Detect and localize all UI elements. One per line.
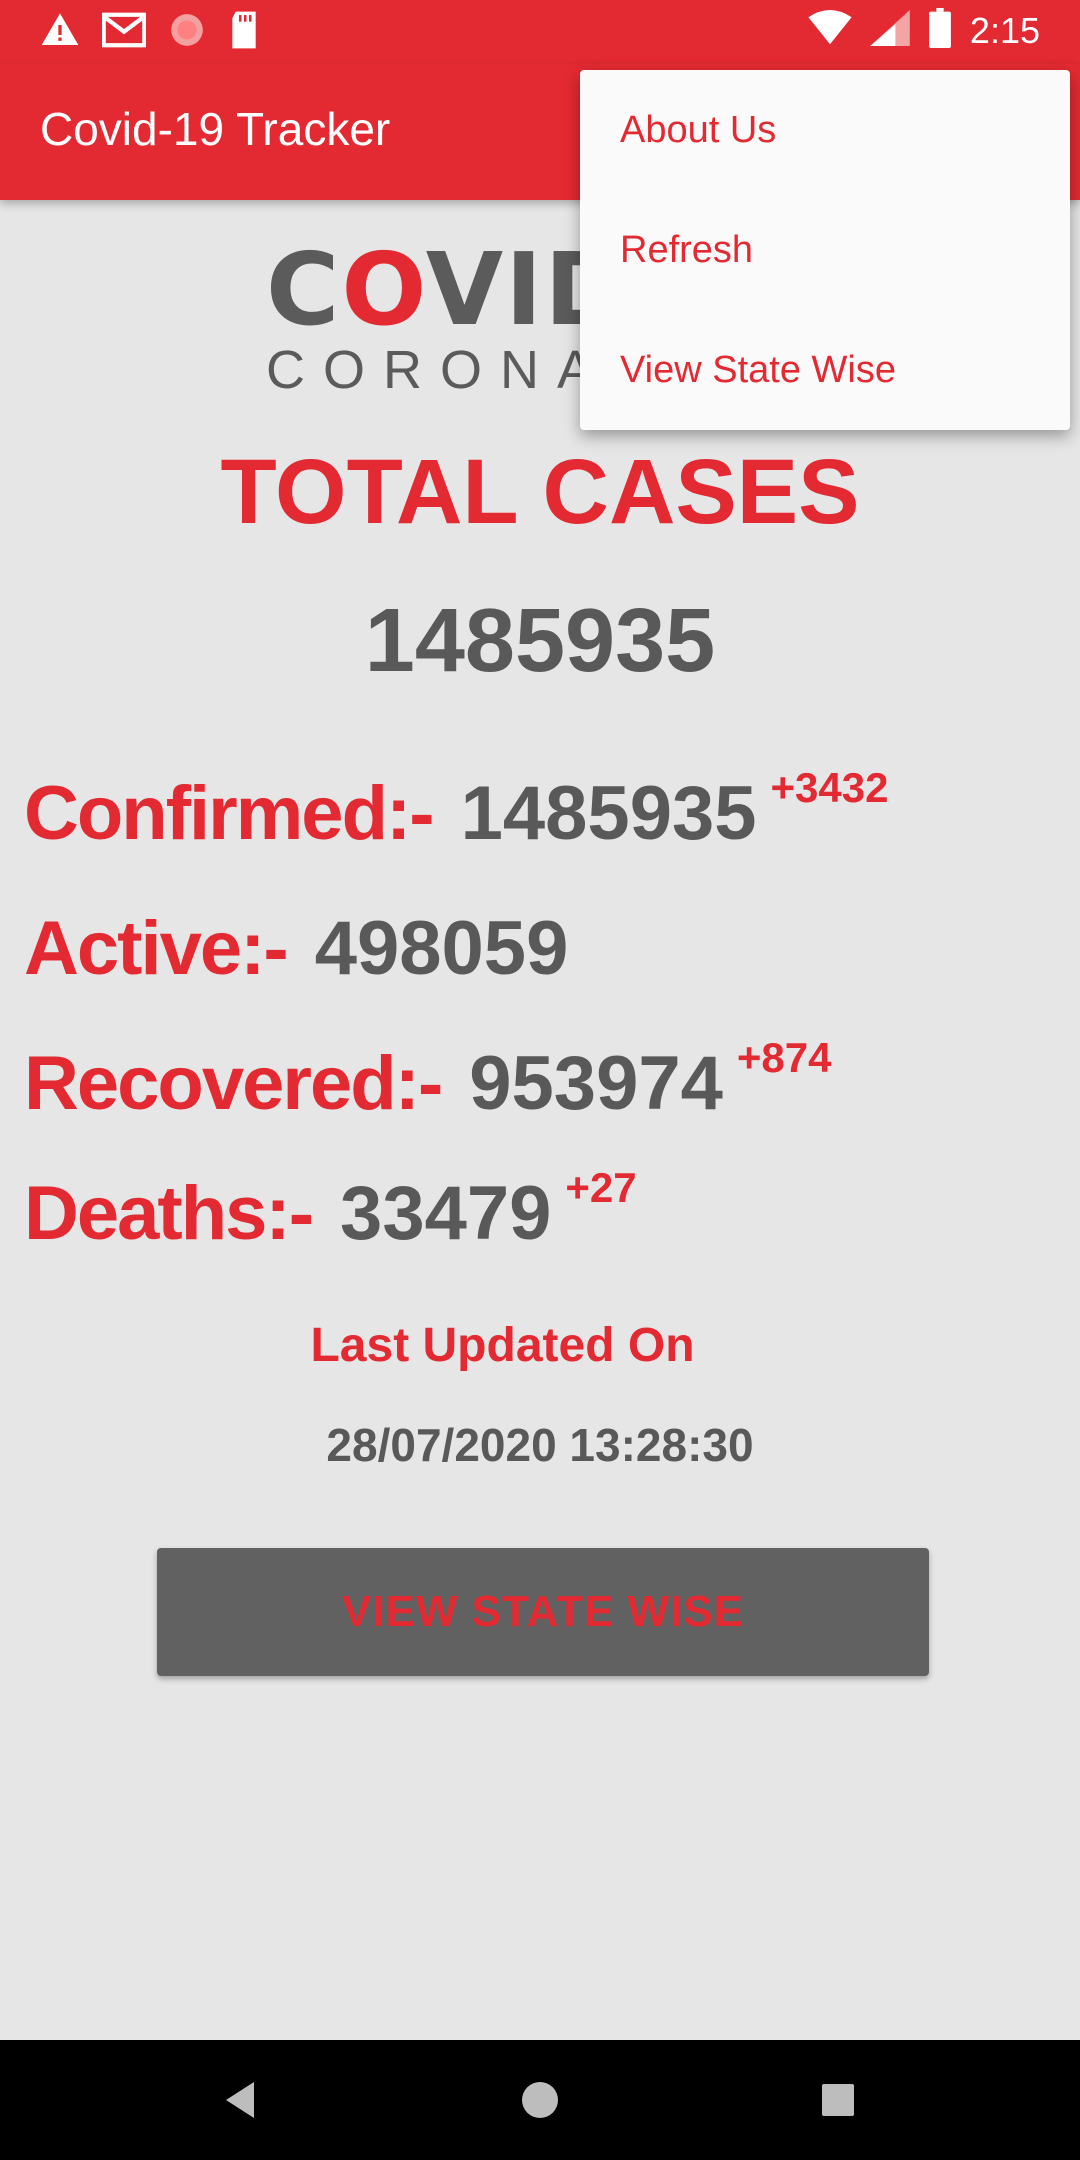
overflow-menu: About Us Refresh View State Wise bbox=[580, 70, 1070, 430]
status-icons-left bbox=[40, 10, 260, 55]
view-state-wise-button[interactable]: VIEW STATE WISE bbox=[157, 1548, 929, 1676]
gmail-icon bbox=[101, 10, 147, 55]
confirmed-value: 1485935 bbox=[460, 771, 757, 856]
last-updated-value: 28/07/2020 13:28:30 bbox=[326, 1419, 754, 1471]
recovered-delta: +874 bbox=[736, 1034, 832, 1081]
menu-item-about-us[interactable]: About Us bbox=[580, 70, 1070, 190]
status-icons-right: 2:15 bbox=[808, 8, 1040, 53]
recovered-value: 953974 bbox=[469, 1041, 723, 1126]
status-bar: 2:15 bbox=[0, 0, 1080, 64]
recovered-label: Recovered:- bbox=[24, 1041, 443, 1126]
home-button[interactable] bbox=[510, 2070, 570, 2130]
total-cases-value: 1485935 bbox=[364, 591, 716, 691]
active-value: 498059 bbox=[314, 906, 569, 991]
app-icon bbox=[168, 11, 206, 54]
confirmed-label: Confirmed:- bbox=[24, 771, 435, 856]
deaths-value: 33479 bbox=[340, 1171, 552, 1256]
deaths-delta: +27 bbox=[565, 1164, 637, 1211]
wifi-icon bbox=[808, 10, 852, 51]
menu-item-view-state-wise[interactable]: View State Wise bbox=[580, 310, 1070, 430]
status-time: 2:15 bbox=[969, 9, 1040, 51]
active-label: Active:- bbox=[24, 906, 289, 991]
stat-row-deaths: Deaths:- 33479 +27 bbox=[24, 1164, 637, 1257]
recents-button[interactable] bbox=[808, 2070, 868, 2130]
screen: 2:15 Covid-19 Tracker COVID CORONAVIRUS … bbox=[0, 0, 1080, 2160]
stat-row-confirmed: Confirmed:- 1485935 +3432 bbox=[24, 764, 888, 857]
sd-card-icon bbox=[228, 10, 260, 55]
navigation-bar bbox=[0, 2040, 1080, 2160]
total-cases-label: TOTAL CASES bbox=[220, 441, 860, 543]
battery-icon bbox=[928, 8, 952, 53]
deaths-label: Deaths:- bbox=[24, 1171, 314, 1256]
app-title: Covid-19 Tracker bbox=[40, 103, 391, 155]
home-icon bbox=[522, 2082, 558, 2118]
stat-row-recovered: Recovered:- 953974 +874 bbox=[24, 1034, 831, 1127]
back-icon bbox=[226, 2082, 254, 2118]
confirmed-delta: +3432 bbox=[770, 764, 889, 811]
recents-icon bbox=[822, 2084, 854, 2116]
signal-icon bbox=[870, 10, 910, 51]
menu-item-refresh[interactable]: Refresh bbox=[580, 190, 1070, 310]
alert-icon bbox=[40, 10, 80, 55]
last-updated-label: Last Updated On bbox=[310, 1319, 695, 1372]
back-button[interactable] bbox=[210, 2070, 270, 2130]
stat-row-active: Active:- 498059 bbox=[24, 905, 568, 992]
